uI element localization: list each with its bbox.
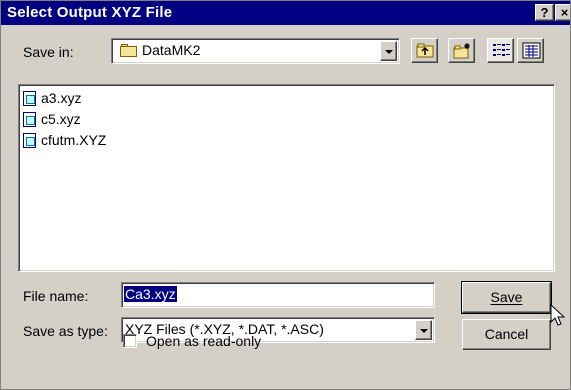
details-view-button[interactable] [517, 38, 544, 63]
save-in-value: DataMK2 [142, 42, 201, 58]
select-output-file-dialog: Select Output XYZ File ? × Save in: Data… [0, 0, 571, 390]
open-read-only-label: Open as read-only [146, 333, 262, 349]
window-title: Select Output XYZ File [7, 4, 173, 21]
folder-icon [120, 44, 138, 58]
help-button[interactable]: ? [535, 4, 554, 21]
file-icon [23, 91, 36, 106]
title-bar[interactable]: Select Output XYZ File ? × [1, 1, 570, 25]
file-name-value: Ca3.xyz [124, 286, 177, 302]
file-name-field[interactable]: Ca3.xyz [121, 282, 435, 308]
file-name: a3.xyz [41, 90, 82, 106]
details-view-icon [522, 42, 541, 59]
file-name: cfutm.XYZ [41, 132, 107, 148]
cancel-button[interactable]: Cancel [462, 319, 551, 350]
save-button-label: Save [490, 289, 523, 305]
file-list[interactable]: a3.xyz c5.xyz cfutm.XYZ [18, 84, 555, 272]
open-read-only-checkbox[interactable] [123, 334, 137, 348]
mouse-pointer-icon [550, 304, 566, 326]
chevron-down-icon [420, 329, 428, 333]
file-icon [23, 133, 36, 148]
save-in-combo[interactable]: DataMK2 [111, 38, 400, 64]
new-folder-icon [453, 43, 470, 59]
list-view-icon [493, 44, 510, 56]
file-name: c5.xyz [41, 111, 81, 127]
close-button[interactable]: × [555, 4, 570, 21]
cancel-button-label: Cancel [484, 326, 529, 342]
save-button[interactable]: Save [461, 281, 552, 314]
save-in-label: Save in: [23, 44, 74, 60]
list-view-button[interactable] [487, 38, 514, 63]
save-as-type-label: Save as type: [23, 323, 108, 339]
save-as-type-dropdown-button[interactable] [415, 320, 432, 340]
up-one-level-button[interactable] [411, 38, 438, 63]
create-new-folder-button[interactable] [448, 38, 475, 63]
file-name-label: File name: [23, 288, 89, 304]
chevron-down-icon [385, 50, 393, 54]
up-folder-icon [416, 43, 434, 58]
save-in-dropdown-button[interactable] [380, 41, 397, 61]
file-icon [23, 112, 36, 127]
